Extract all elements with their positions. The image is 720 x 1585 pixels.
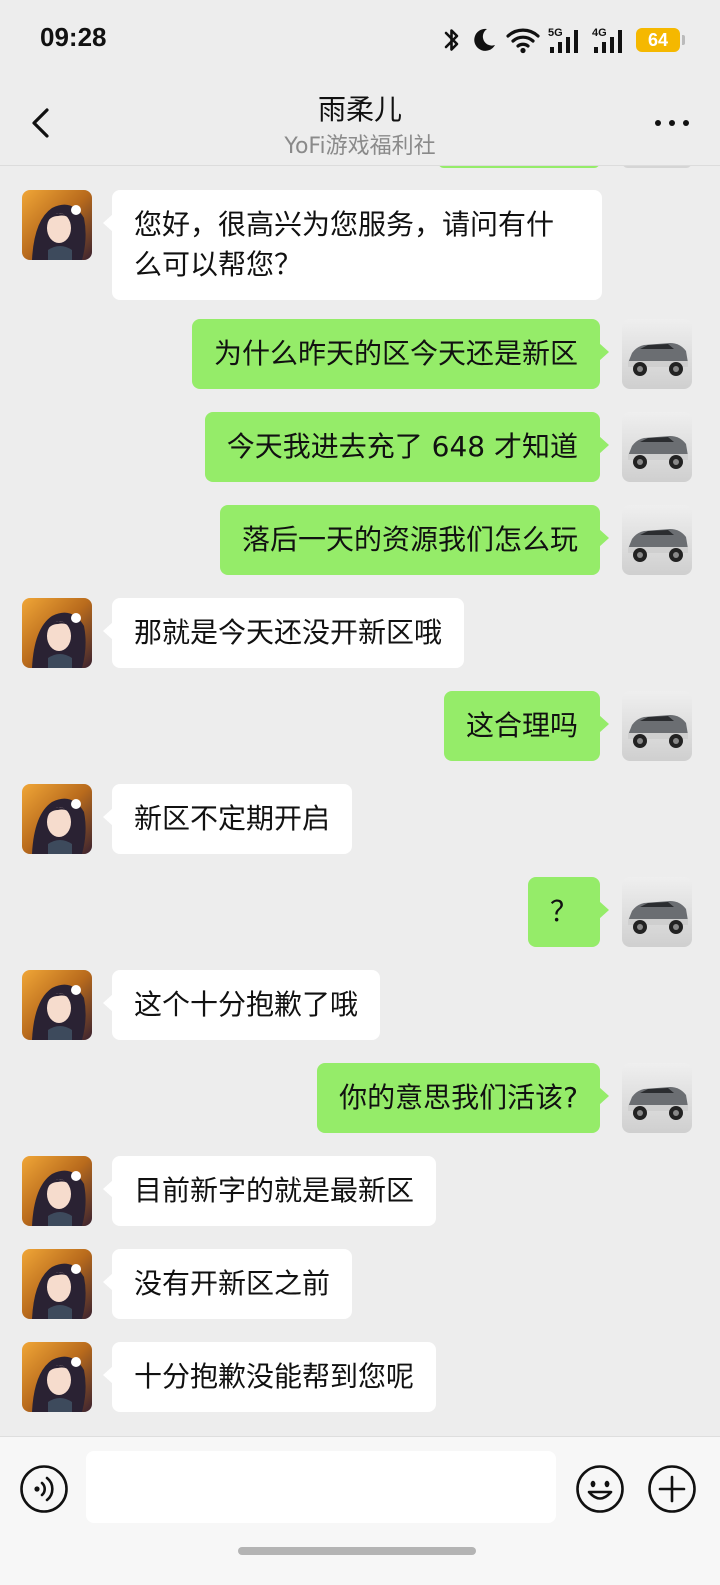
message-row: 十分抱歉没能帮到您呢 bbox=[0, 1342, 720, 1414]
more-functions-button[interactable] bbox=[646, 1463, 698, 1515]
user-avatar[interactable] bbox=[622, 691, 692, 761]
message-row: 你的意思我们活该? bbox=[0, 1063, 720, 1135]
contact-avatar[interactable] bbox=[22, 1249, 92, 1319]
status-time: 09:28 bbox=[40, 22, 107, 52]
moon-icon bbox=[474, 28, 495, 51]
previous-message-fragment bbox=[438, 166, 600, 168]
message-bubble-sent[interactable]: 为什么昨天的区今天还是新区 bbox=[191, 319, 610, 389]
battery-icon: 64 bbox=[636, 28, 685, 52]
status-icons: 5G 4G 64 bbox=[442, 22, 685, 58]
message-row: 这合理吗 bbox=[0, 691, 720, 763]
status-bar: 09:28 5G 4G 64 bbox=[0, 0, 720, 80]
message-bubble-received[interactable]: 目前新字的就是最新区 bbox=[102, 1156, 437, 1226]
user-avatar[interactable] bbox=[622, 1063, 692, 1133]
message-row: 今天我进去充了 648 才知道 bbox=[0, 412, 720, 484]
message-row: 目前新字的就是最新区 bbox=[0, 1156, 720, 1228]
voice-button[interactable] bbox=[18, 1463, 70, 1515]
contact-avatar[interactable] bbox=[22, 1342, 92, 1412]
more-button[interactable] bbox=[652, 106, 692, 140]
message-bubble-sent[interactable]: 今天我进去充了 648 才知道 bbox=[204, 412, 610, 482]
svg-text:4G: 4G bbox=[592, 27, 607, 39]
svg-text:5G: 5G bbox=[548, 27, 563, 39]
message-bubble-sent[interactable]: 落后一天的资源我们怎么玩 bbox=[219, 505, 610, 575]
more-dots-icon bbox=[655, 120, 689, 126]
message-row: 那就是今天还没开新区哦 bbox=[0, 598, 720, 670]
contact-avatar[interactable] bbox=[22, 190, 92, 260]
signal-4g-icon: 4G bbox=[592, 27, 622, 53]
message-bubble-sent[interactable]: ？ bbox=[527, 877, 610, 947]
message-row: 落后一天的资源我们怎么玩 bbox=[0, 505, 720, 577]
user-avatar[interactable] bbox=[622, 877, 692, 947]
input-bar bbox=[0, 1436, 720, 1585]
message-row: 为什么昨天的区今天还是新区 bbox=[0, 319, 720, 391]
message-bubble-sent[interactable]: 这合理吗 bbox=[443, 691, 610, 761]
message-bubble-received[interactable]: 这个十分抱歉了哦 bbox=[102, 970, 381, 1040]
message-row: 您好，很高兴为您服务，请问有什 么可以帮您？ bbox=[0, 190, 720, 300]
message-bubble-sent[interactable]: 你的意思我们活该? bbox=[317, 1063, 609, 1133]
message-bubble-received[interactable]: 您好，很高兴为您服务，请问有什 么可以帮您？ bbox=[103, 190, 602, 300]
contact-avatar[interactable] bbox=[22, 970, 92, 1040]
user-avatar[interactable] bbox=[622, 319, 692, 389]
wifi-icon bbox=[506, 28, 540, 54]
message-bubble-received[interactable]: 十分抱歉没能帮到您呢 bbox=[102, 1342, 437, 1412]
chat-title: 雨柔儿 bbox=[317, 93, 402, 126]
user-avatar[interactable] bbox=[622, 412, 692, 482]
plus-icon bbox=[648, 1465, 696, 1513]
contact-avatar[interactable] bbox=[22, 598, 92, 668]
message-row: 这个十分抱歉了哦 bbox=[0, 970, 720, 1042]
signal-5g-icon: 5G bbox=[548, 27, 578, 53]
message-row: 没有开新区之前 bbox=[0, 1249, 720, 1321]
message-row: 新区不定期开启 bbox=[0, 784, 720, 856]
emoji-button[interactable] bbox=[574, 1463, 626, 1515]
nav-bar: 雨柔儿 YoFi游戏福利社 bbox=[0, 80, 720, 166]
contact-avatar[interactable] bbox=[22, 1156, 92, 1226]
chat-area[interactable]: 您好，很高兴为您服务，请问有什 么可以帮您？ 为什么昨天的区今天还是新区 今天我… bbox=[0, 166, 720, 1450]
contact-avatar[interactable] bbox=[22, 784, 92, 854]
voice-icon bbox=[20, 1465, 68, 1513]
emoji-icon bbox=[576, 1465, 624, 1513]
home-indicator[interactable] bbox=[238, 1547, 476, 1555]
previous-avatar-fragment bbox=[622, 166, 692, 168]
message-row: ？ bbox=[0, 877, 720, 949]
bluetooth-icon bbox=[444, 29, 459, 51]
chat-subtitle: YoFi游戏福利社 bbox=[284, 134, 436, 159]
user-avatar[interactable] bbox=[622, 505, 692, 575]
message-bubble-received[interactable]: 没有开新区之前 bbox=[102, 1249, 353, 1319]
message-bubble-received[interactable]: 那就是今天还没开新区哦 bbox=[102, 598, 465, 668]
message-bubble-received[interactable]: 新区不定期开启 bbox=[102, 784, 353, 854]
message-input[interactable] bbox=[86, 1451, 556, 1523]
